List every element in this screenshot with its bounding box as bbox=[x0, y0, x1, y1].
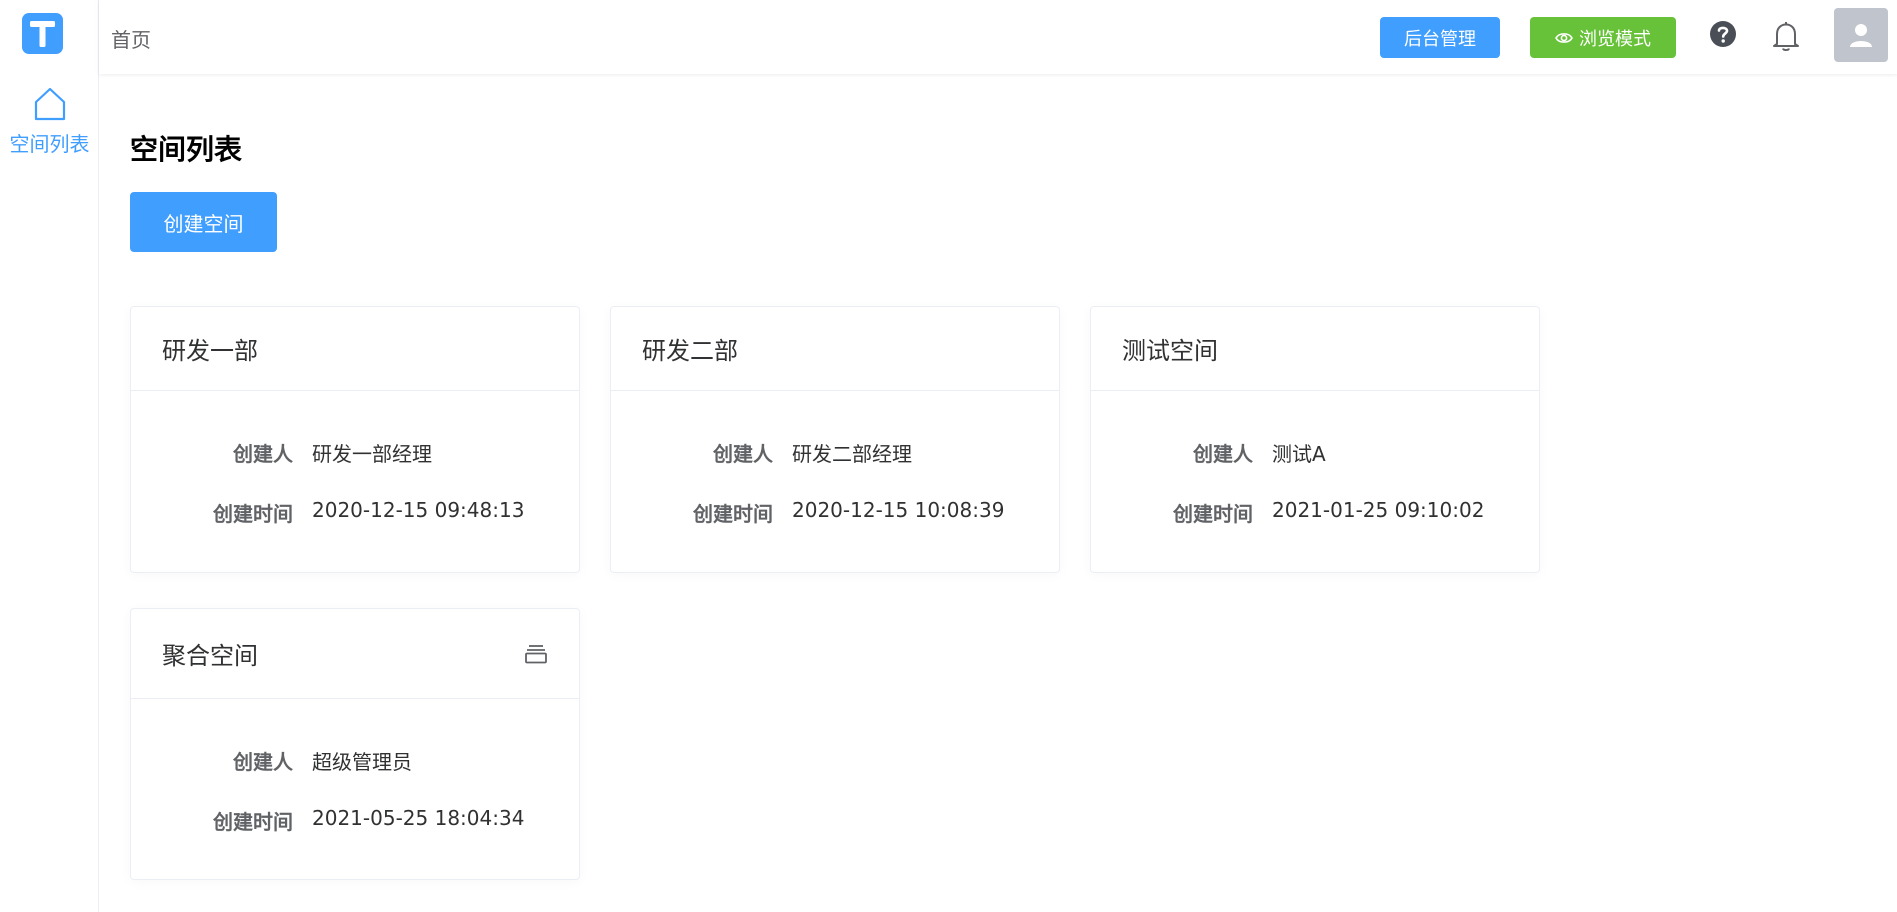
home-icon bbox=[34, 87, 65, 121]
browse-button-label: 浏览模式 bbox=[1579, 28, 1651, 50]
card-title: 测试空间 bbox=[1122, 337, 1218, 365]
user-avatar[interactable] bbox=[1834, 8, 1888, 62]
creator-label: 创建人 bbox=[233, 750, 293, 774]
top-header: 首页 后台管理 浏览模式 bbox=[99, 0, 1897, 74]
card-title: 研发二部 bbox=[642, 337, 738, 365]
creator-value: 研发一部经理 bbox=[312, 442, 432, 466]
creator-value: 研发二部经理 bbox=[792, 442, 912, 466]
browse-mode-button[interactable]: 浏览模式 bbox=[1530, 17, 1676, 58]
eye-icon bbox=[1555, 32, 1573, 43]
space-card[interactable]: 研发一部 创建人 研发一部经理 创建时间 2020-12-15 09:48:13 bbox=[130, 306, 580, 573]
created-at-label: 创建时间 bbox=[1173, 502, 1253, 526]
creator-label: 创建人 bbox=[1193, 442, 1253, 466]
bell-icon[interactable] bbox=[1772, 20, 1800, 52]
created-at-label: 创建时间 bbox=[213, 810, 293, 834]
app-logo[interactable] bbox=[22, 13, 63, 54]
creator-label: 创建人 bbox=[233, 442, 293, 466]
page-title: 空间列表 bbox=[130, 133, 243, 166]
created-at-value: 2021-01-25 09:10:02 bbox=[1272, 498, 1485, 522]
space-card[interactable]: 聚合空间 创建人 超级管理员 创建时间 2021-05-25 18:04:34 bbox=[130, 608, 580, 880]
creator-label: 创建人 bbox=[713, 442, 773, 466]
card-body: 创建人 研发一部经理 创建时间 2020-12-15 09:48:13 bbox=[131, 391, 579, 571]
sidebar-item-label: 空间列表 bbox=[9, 132, 90, 156]
creator-value: 超级管理员 bbox=[312, 750, 412, 774]
sidebar: 空间列表 bbox=[0, 0, 99, 912]
logo-t-icon bbox=[30, 21, 55, 47]
card-body: 创建人 研发二部经理 创建时间 2020-12-15 10:08:39 bbox=[611, 391, 1059, 571]
card-title: 研发一部 bbox=[162, 337, 258, 365]
admin-button-label: 后台管理 bbox=[1404, 28, 1476, 50]
created-at-label: 创建时间 bbox=[213, 502, 293, 526]
create-space-button-label: 创建空间 bbox=[163, 211, 244, 236]
sidebar-item-space-list[interactable]: 空间列表 bbox=[0, 86, 99, 166]
created-at-label: 创建时间 bbox=[693, 502, 773, 526]
creator-value: 测试A bbox=[1272, 442, 1326, 466]
create-space-button[interactable]: 创建空间 bbox=[130, 192, 277, 252]
card-body: 创建人 测试A 创建时间 2021-01-25 09:10:02 bbox=[1091, 391, 1539, 571]
help-icon[interactable] bbox=[1709, 20, 1737, 48]
admin-button[interactable]: 后台管理 bbox=[1380, 17, 1500, 58]
space-card[interactable]: 研发二部 创建人 研发二部经理 创建时间 2020-12-15 10:08:39 bbox=[610, 306, 1060, 573]
card-header: 研发一部 bbox=[131, 307, 579, 391]
stack-icon[interactable] bbox=[524, 643, 548, 665]
card-title: 聚合空间 bbox=[162, 642, 258, 670]
created-at-value: 2020-12-15 10:08:39 bbox=[792, 498, 1005, 522]
card-header: 测试空间 bbox=[1091, 307, 1539, 391]
breadcrumb-home[interactable]: 首页 bbox=[111, 24, 151, 53]
created-at-value: 2020-12-15 09:48:13 bbox=[312, 498, 525, 522]
card-body: 创建人 超级管理员 创建时间 2021-05-25 18:04:34 bbox=[131, 699, 579, 879]
space-card[interactable]: 测试空间 创建人 测试A 创建时间 2021-01-25 09:10:02 bbox=[1090, 306, 1540, 573]
user-avatar-icon bbox=[1850, 24, 1872, 47]
card-header: 研发二部 bbox=[611, 307, 1059, 391]
created-at-value: 2021-05-25 18:04:34 bbox=[312, 806, 525, 830]
card-header: 聚合空间 bbox=[131, 609, 579, 699]
